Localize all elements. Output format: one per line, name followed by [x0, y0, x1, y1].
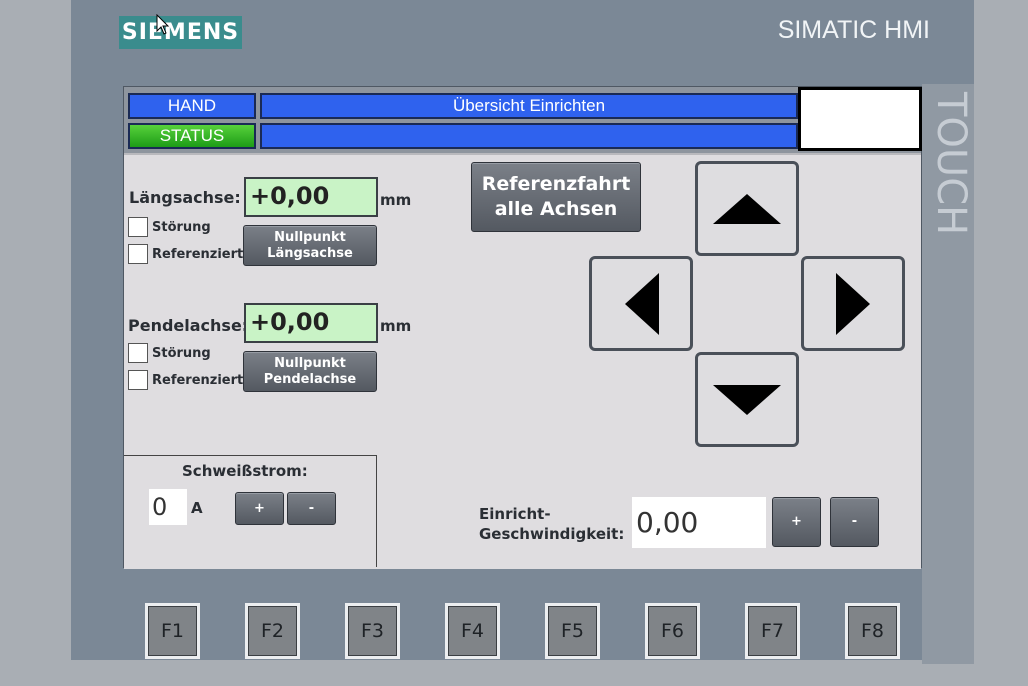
nullpunkt-laengsachse-button[interactable]: Nullpunkt Längsachse — [243, 225, 377, 266]
arrow-right-icon — [836, 273, 870, 335]
touch-label: TOUCH — [928, 92, 974, 236]
geschwindigkeit-label: Einricht- Geschwindigkeit: — [479, 504, 624, 544]
laengsachse-stoerung-checkbox — [128, 217, 148, 237]
mode-indicator: HAND — [128, 93, 256, 119]
geschwindigkeit-value-field[interactable]: 0,00 — [632, 497, 766, 548]
f2-label: F2 — [248, 606, 297, 656]
screen-title: Übersicht Einrichten — [260, 93, 798, 119]
laengsachse-unit: mm — [380, 191, 412, 209]
pendelachse-label: Pendelachse: — [128, 316, 249, 335]
pendelachse-position-field[interactable]: +0,00 — [244, 303, 378, 343]
referenzfahrt-alle-achsen-button[interactable]: Referenzfahrt alle Achsen — [471, 162, 641, 232]
nullpunkt-laengsachse-line1: Nullpunkt — [274, 230, 346, 245]
status-indicator: STATUS — [128, 123, 256, 149]
arrow-left-icon — [625, 273, 659, 335]
pendelachse-stoerung-label: Störung — [152, 346, 211, 361]
schweissstrom-unit: A — [191, 499, 203, 517]
schweissstrom-minus-button[interactable]: - — [287, 492, 336, 525]
schweissstrom-plus-button[interactable]: + — [235, 492, 284, 525]
function-key-f5[interactable]: F5 — [545, 603, 600, 659]
geschwindigkeit-minus-button[interactable]: - — [830, 497, 879, 547]
function-key-f7[interactable]: F7 — [745, 603, 800, 659]
function-key-f2[interactable]: F2 — [245, 603, 300, 659]
laengsachse-referenziert-label: Referenziert — [152, 247, 244, 262]
simatic-hmi-label: SIMATIC HMI — [777, 16, 930, 44]
f3-label: F3 — [348, 606, 397, 656]
geschwindigkeit-plus-button[interactable]: + — [772, 497, 821, 547]
pendelachse-referenziert-label: Referenziert — [152, 373, 244, 388]
pendelachse-unit: mm — [380, 317, 412, 335]
laengsachse-stoerung-label: Störung — [152, 220, 211, 235]
schweissstrom-label: Schweißstrom: — [182, 462, 308, 480]
hmi-screen: HAND Übersicht Einrichten STATUS Längsac… — [123, 86, 922, 569]
function-key-f6[interactable]: F6 — [645, 603, 700, 659]
laengsachse-referenziert-checkbox — [128, 244, 148, 264]
geschwindigkeit-label-line1: Einricht- — [479, 505, 551, 523]
jog-left-button[interactable] — [589, 256, 693, 351]
function-key-f1[interactable]: F1 — [145, 603, 200, 659]
f5-label: F5 — [548, 606, 597, 656]
main-area: Längsachse: +0,00 mm Störung Referenzier… — [124, 153, 921, 569]
function-key-f4[interactable]: F4 — [445, 603, 500, 659]
laengsachse-label: Längsachse: — [129, 188, 241, 207]
nullpunkt-pendelachse-line1: Nullpunkt — [274, 356, 346, 371]
f1-label: F1 — [148, 606, 197, 656]
referenzfahrt-line1: Referenzfahrt — [481, 173, 631, 195]
jog-right-button[interactable] — [801, 256, 905, 351]
arrow-down-icon — [713, 385, 781, 415]
referenzfahrt-line2: alle Achsen — [494, 198, 618, 220]
f6-label: F6 — [648, 606, 697, 656]
laengsachse-position-field[interactable]: +0,00 — [244, 177, 378, 217]
nullpunkt-laengsachse-line2: Längsachse — [267, 246, 353, 261]
geschwindigkeit-label-line2: Geschwindigkeit: — [479, 525, 625, 543]
f4-label: F4 — [448, 606, 497, 656]
pendelachse-referenziert-checkbox — [128, 370, 148, 390]
schweissstrom-value-field[interactable]: 0 — [149, 489, 187, 525]
f7-label: F7 — [748, 606, 797, 656]
pendelachse-stoerung-checkbox — [128, 343, 148, 363]
mouse-cursor-icon — [156, 14, 170, 35]
jog-up-button[interactable] — [695, 161, 799, 256]
function-key-f8[interactable]: F8 — [845, 603, 900, 659]
jog-down-button[interactable] — [695, 352, 799, 447]
nullpunkt-pendelachse-line2: Pendelachse — [263, 372, 357, 387]
arrow-up-icon — [713, 194, 781, 224]
nullpunkt-pendelachse-button[interactable]: Nullpunkt Pendelachse — [243, 351, 377, 392]
status-message-field — [260, 123, 798, 149]
alarm-display-box — [798, 87, 922, 151]
f8-label: F8 — [848, 606, 897, 656]
siemens-logo: SIEMENS — [119, 16, 242, 49]
function-key-f3[interactable]: F3 — [345, 603, 400, 659]
